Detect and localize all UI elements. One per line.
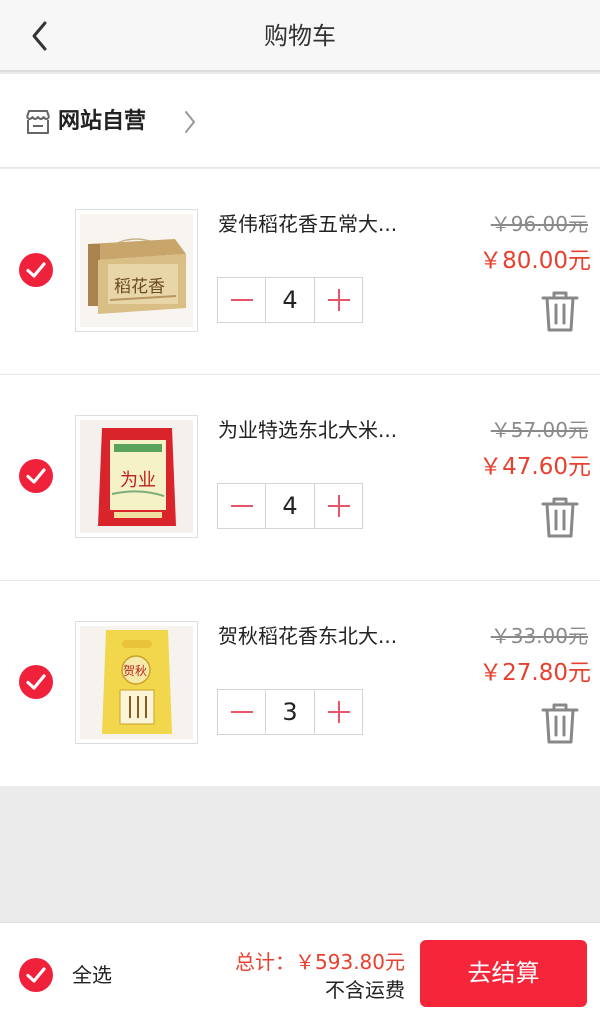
- original-price: ￥33.00元: [490, 624, 588, 648]
- quantity-stepper: 4: [217, 277, 363, 323]
- trash-icon[interactable]: [540, 289, 580, 333]
- quantity-value[interactable]: 4: [265, 484, 315, 528]
- select-all-label[interactable]: 全选: [72, 957, 112, 993]
- increase-button[interactable]: [315, 484, 362, 528]
- total-price: 总计：￥593.80元: [235, 950, 405, 974]
- cart-item: 稻花香 爱伟稻花香五常大... 4 ￥96.00元 ￥80.00元: [0, 169, 600, 375]
- quantity-stepper: 4: [217, 483, 363, 529]
- cart-item: 贺秋 贺秋稻花香东北大... 3 ￥33.00元 ￥27.80元: [0, 581, 600, 786]
- checkout-bar: 全选 总计：￥593.80元 不含运费 去结算: [0, 922, 600, 1022]
- shipping-note: 不含运费: [325, 978, 405, 1002]
- original-price: ￥57.00元: [490, 418, 588, 442]
- quantity-stepper: 3: [217, 689, 363, 735]
- trash-icon[interactable]: [540, 495, 580, 539]
- store-name: 网站自营: [58, 109, 147, 134]
- app-header: 购物车: [0, 0, 600, 72]
- checkout-button[interactable]: 去结算: [420, 940, 587, 1007]
- sale-price: ￥27.80元: [479, 660, 591, 686]
- page-title: 购物车: [264, 22, 336, 50]
- product-name[interactable]: 为业特选东北大米...: [218, 413, 418, 447]
- checkbox-checked-icon[interactable]: [18, 664, 54, 700]
- rice-bag-image: 为业: [80, 420, 193, 533]
- cart-page: 购物车 网站自营 稻花香 爱伟稻花香五常大... 4 ￥96.00元 ￥80.0…: [0, 0, 600, 1022]
- checkbox-checked-icon[interactable]: [18, 458, 54, 494]
- cart-list: 稻花香 爱伟稻花香五常大... 4 ￥96.00元 ￥80.00元 为业 为业特…: [0, 169, 600, 786]
- store-row[interactable]: 网站自营: [0, 74, 600, 168]
- sale-price: ￥80.00元: [479, 248, 591, 274]
- decrease-button[interactable]: [218, 690, 265, 734]
- minus-icon: [230, 711, 253, 713]
- product-image[interactable]: 稻花香: [75, 209, 198, 332]
- back-button[interactable]: [20, 16, 60, 56]
- decrease-button[interactable]: [218, 278, 265, 322]
- select-all-checkbox-icon[interactable]: [18, 957, 54, 993]
- trash-icon[interactable]: [540, 701, 580, 745]
- rice-gift-box-image: 稻花香: [80, 214, 193, 327]
- minus-icon: [230, 299, 253, 301]
- product-name[interactable]: 爱伟稻花香五常大...: [218, 207, 418, 241]
- svg-text:稻花香: 稻花香: [114, 277, 165, 297]
- product-image[interactable]: 为业: [75, 415, 198, 538]
- increase-button[interactable]: [315, 690, 362, 734]
- chevron-left-icon: [32, 21, 47, 51]
- product-image[interactable]: 贺秋: [75, 621, 198, 744]
- increase-button[interactable]: [315, 278, 362, 322]
- rice-bag-image: 贺秋: [80, 626, 193, 739]
- checkbox-checked-icon[interactable]: [18, 252, 54, 288]
- quantity-value[interactable]: 3: [265, 690, 315, 734]
- sale-price: ￥47.60元: [479, 454, 591, 480]
- cart-item: 为业 为业特选东北大米... 4 ￥57.00元 ￥47.60元: [0, 375, 600, 581]
- minus-icon: [230, 505, 253, 507]
- plus-icon: [327, 495, 350, 517]
- quantity-value[interactable]: 4: [265, 278, 315, 322]
- store-icon: [26, 110, 50, 134]
- chevron-right-icon: [185, 111, 195, 133]
- decrease-button[interactable]: [218, 484, 265, 528]
- svg-text:贺秋: 贺秋: [123, 664, 147, 678]
- product-name[interactable]: 贺秋稻花香东北大...: [218, 619, 418, 653]
- plus-icon: [327, 289, 350, 311]
- plus-icon: [327, 701, 350, 723]
- svg-text:为业: 为业: [120, 470, 156, 491]
- original-price: ￥96.00元: [490, 212, 588, 236]
